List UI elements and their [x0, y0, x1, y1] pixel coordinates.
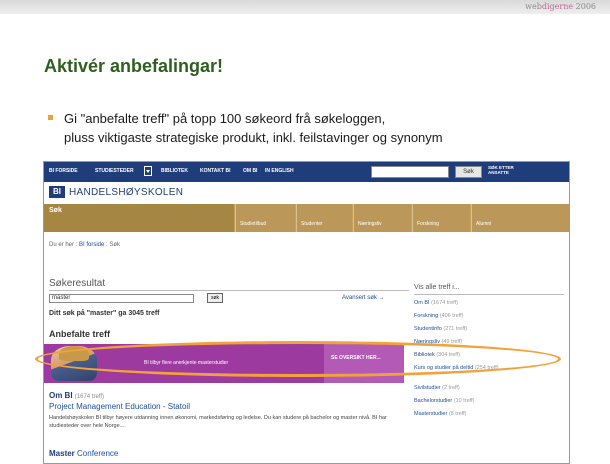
nav-dropdown-icon[interactable]	[144, 166, 152, 176]
tab-naeringsliv[interactable]: Næringsliv	[353, 204, 411, 232]
search-input[interactable]: master	[49, 294, 194, 303]
facet-item[interactable]: Næringsliv (49 treff)	[414, 339, 564, 346]
nav-search-button[interactable]: Søk	[455, 166, 482, 178]
result-2-link[interactable]: Master Conference	[49, 449, 118, 458]
result-2-rest: Conference	[74, 449, 119, 458]
banner-cta-button[interactable]: SE OVERSIKT HER...	[324, 344, 404, 383]
result-count: Ditt søk på "master" ga 3045 treff	[49, 310, 160, 317]
facet-label: Næringsliv	[414, 339, 440, 345]
banner-cta-label: SE OVERSIKT HER...	[331, 355, 381, 361]
nav-kontakt[interactable]: KONTAKT BI	[200, 168, 230, 174]
tab-sok-label: Søk	[49, 207, 62, 214]
facet-label: Kurs og studier på deltid	[414, 365, 474, 371]
embedded-search-screenshot: BI FORSIDE STUDIESTEDER BIBLIOTEK KONTAK…	[43, 161, 570, 464]
facet-sidebar: Vis alle treff i... Om BI (1674 treff) F…	[410, 284, 569, 463]
recommended-banner[interactable]: BI tilbyr flere anerkjente masterstudier…	[44, 344, 404, 383]
banner-text: BI tilbyr flere anerkjente masterstudier	[144, 360, 229, 366]
facet-item[interactable]: Studentinfo (271 treff)	[414, 326, 564, 333]
employee-search-link[interactable]: SØK ETTER ANSATTE	[488, 165, 524, 175]
facet-label: Bibliotek	[414, 352, 435, 358]
facet-item[interactable]: Bachelorstudier (10 treff)	[414, 398, 564, 405]
result-category-label: Om BI	[49, 391, 73, 400]
bi-logo-icon[interactable]: BI	[49, 186, 65, 198]
nav-bibliotek[interactable]: BIBLIOTEK	[161, 168, 188, 174]
bullet-point: Gi "anbefalte treff" på topp 100 søkeord…	[48, 109, 590, 147]
results-heading: Søkeresultat	[49, 278, 106, 289]
advanced-search-label: Avansert søk	[342, 295, 377, 301]
facet-count: (10 treff)	[453, 398, 475, 404]
tab-label: Alumni	[476, 221, 492, 227]
facet-item[interactable]: Forskning (406 treff)	[414, 313, 564, 320]
result-2-bold: Master	[49, 449, 75, 458]
banner-photo	[51, 346, 97, 381]
facet-item[interactable]: Kurs og studier på deltid (254 treff)	[414, 365, 524, 372]
facet-count: (1674 treff)	[431, 300, 458, 306]
bullet-line-2: pluss viktigaste strategiske produkt, in…	[64, 130, 443, 145]
tab-label: Studietilbud	[240, 221, 267, 227]
header-band: webdigerne 2006	[0, 0, 610, 14]
tab-studenter[interactable]: Studenter	[296, 204, 352, 232]
facet-label: Bachelorstudier	[414, 398, 453, 404]
facet-count: (8 treff)	[448, 411, 467, 417]
brand-year: 2006	[575, 2, 596, 11]
breadcrumb-home-link[interactable]: BI forside	[79, 242, 104, 248]
bullet-line-1: Gi "anbefalte treff" på topp 100 søkeord…	[64, 111, 386, 126]
result-snippet: Handelshøyskolen BI tilbyr høyere utdann…	[49, 415, 387, 429]
facet-item[interactable]: Om BI (1674 treff)	[414, 300, 564, 307]
facet-count: (271 treff)	[443, 326, 468, 332]
result-category-count: (1674 treff)	[74, 394, 105, 400]
tab-label: Studenter	[301, 221, 323, 227]
facet-divider	[414, 294, 564, 295]
nav-studiesteder[interactable]: STUDIESTEDER	[95, 168, 134, 174]
facet-count: (254 treff)	[474, 365, 499, 371]
facet-label: Masterstudier	[414, 411, 448, 417]
result-category-heading: Om BI (1674 treff)	[49, 391, 104, 400]
advanced-search-link[interactable]: Avansert søk →	[342, 295, 385, 301]
facet-item[interactable]: Bibliotek (304 treff)	[414, 352, 564, 359]
result-title-link[interactable]: Project Management Education - Statoil	[49, 402, 190, 411]
nav-bi-forside[interactable]: BI FORSIDE	[49, 168, 78, 174]
facet-heading: Vis alle treff i...	[414, 284, 460, 291]
facet-label: Forskning	[414, 313, 439, 319]
facet-count: (406 treff)	[439, 313, 464, 319]
breadcrumb-prefix: Du er her :	[49, 242, 80, 248]
nav-english[interactable]: IN ENGLISH	[265, 168, 294, 174]
facet-count: (2 treff)	[442, 385, 460, 391]
facet-label: Studentinfo	[414, 326, 442, 332]
tab-sok[interactable]: Søk	[44, 204, 234, 232]
facet-item[interactable]: Sivilstudier (2 treff)	[414, 385, 564, 392]
site-logo-row: BI HANDELSHØYSKOLEN	[44, 182, 569, 204]
nav-search-input[interactable]	[371, 166, 449, 178]
facet-count: (304 treff)	[436, 352, 461, 358]
logo-text: HANDELSHØYSKOLEN	[69, 187, 184, 198]
divider	[49, 290, 409, 291]
presentation-slide: webdigerne 2006 Aktivér anbefalingar! Gi…	[0, 0, 610, 464]
facet-count: (49 treff)	[441, 339, 463, 345]
breadcrumb: Du er her : BI forside : Søk	[49, 242, 120, 248]
brand-logo: webdigerne 2006	[525, 2, 596, 11]
breadcrumb-current: : Søk	[104, 242, 121, 248]
facet-item[interactable]: Masterstudier (8 treff)	[414, 411, 564, 418]
tab-forskning[interactable]: Forskning	[412, 204, 470, 232]
tab-studietilbud[interactable]: Studietilbud	[235, 204, 295, 232]
arrow-icon: →	[378, 295, 385, 301]
facet-label: Om BI	[414, 300, 430, 306]
facet-label: Sivilstudier	[414, 385, 441, 391]
site-tabs: Søk Studietilbud Studenter Næringsliv Fo…	[44, 204, 569, 232]
bullet-marker-icon	[48, 115, 53, 120]
tab-alumni[interactable]: Alumni	[471, 204, 569, 232]
tab-label: Forskning	[417, 221, 439, 227]
brand-prefix: web	[525, 2, 542, 11]
site-nav-bar: BI FORSIDE STUDIESTEDER BIBLIOTEK KONTAK…	[44, 162, 569, 182]
nav-om-bi[interactable]: OM BI	[243, 168, 257, 174]
brand-highlight: digerne	[541, 2, 574, 11]
recommended-heading: Anbefalte treff	[49, 329, 111, 339]
search-button[interactable]: søk	[207, 293, 223, 303]
tab-label: Næringsliv	[358, 221, 382, 227]
slide-title: Aktivér anbefalingar!	[44, 56, 224, 76]
